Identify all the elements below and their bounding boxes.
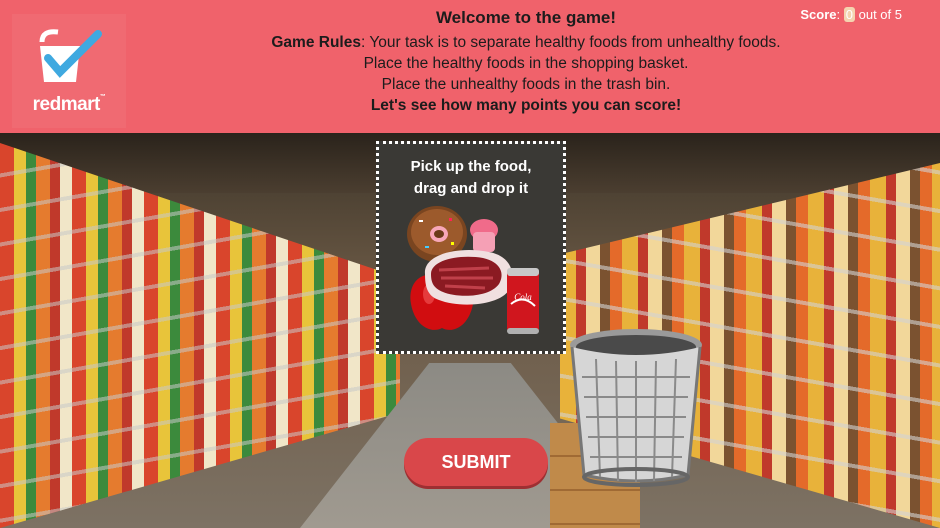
page-title: Welcome to the game! (435, 8, 617, 27)
score-display: Score: 0 out of 5 (800, 7, 902, 22)
header-banner: redmart™ Welcome to the game! Game Rules… (0, 0, 940, 133)
drag-instruction: Pick up the food, drag and drop it (410, 158, 532, 197)
cola-can-icon[interactable]: Cola (503, 264, 543, 338)
rules-line-3: Place the unhealthy foods in the trash b… (381, 76, 671, 93)
rules-line-1: Game Rules: Your task is to separate hea… (271, 34, 781, 51)
score-value: 0 (843, 7, 855, 22)
game-rules: Game Rules: Your task is to separate hea… (0, 32, 940, 116)
food-drag-area: Pick up the food, drag and drop it Cola (376, 141, 566, 354)
rules-line-4: Let's see how many points you can score! (370, 97, 682, 114)
svg-text:Cola: Cola (514, 292, 532, 302)
submit-button[interactable]: SUBMIT (404, 438, 548, 486)
rules-line-2: Place the healthy foods in the shopping … (363, 55, 689, 72)
trash-bin-icon[interactable] (566, 327, 706, 487)
left-shelves (0, 143, 400, 528)
